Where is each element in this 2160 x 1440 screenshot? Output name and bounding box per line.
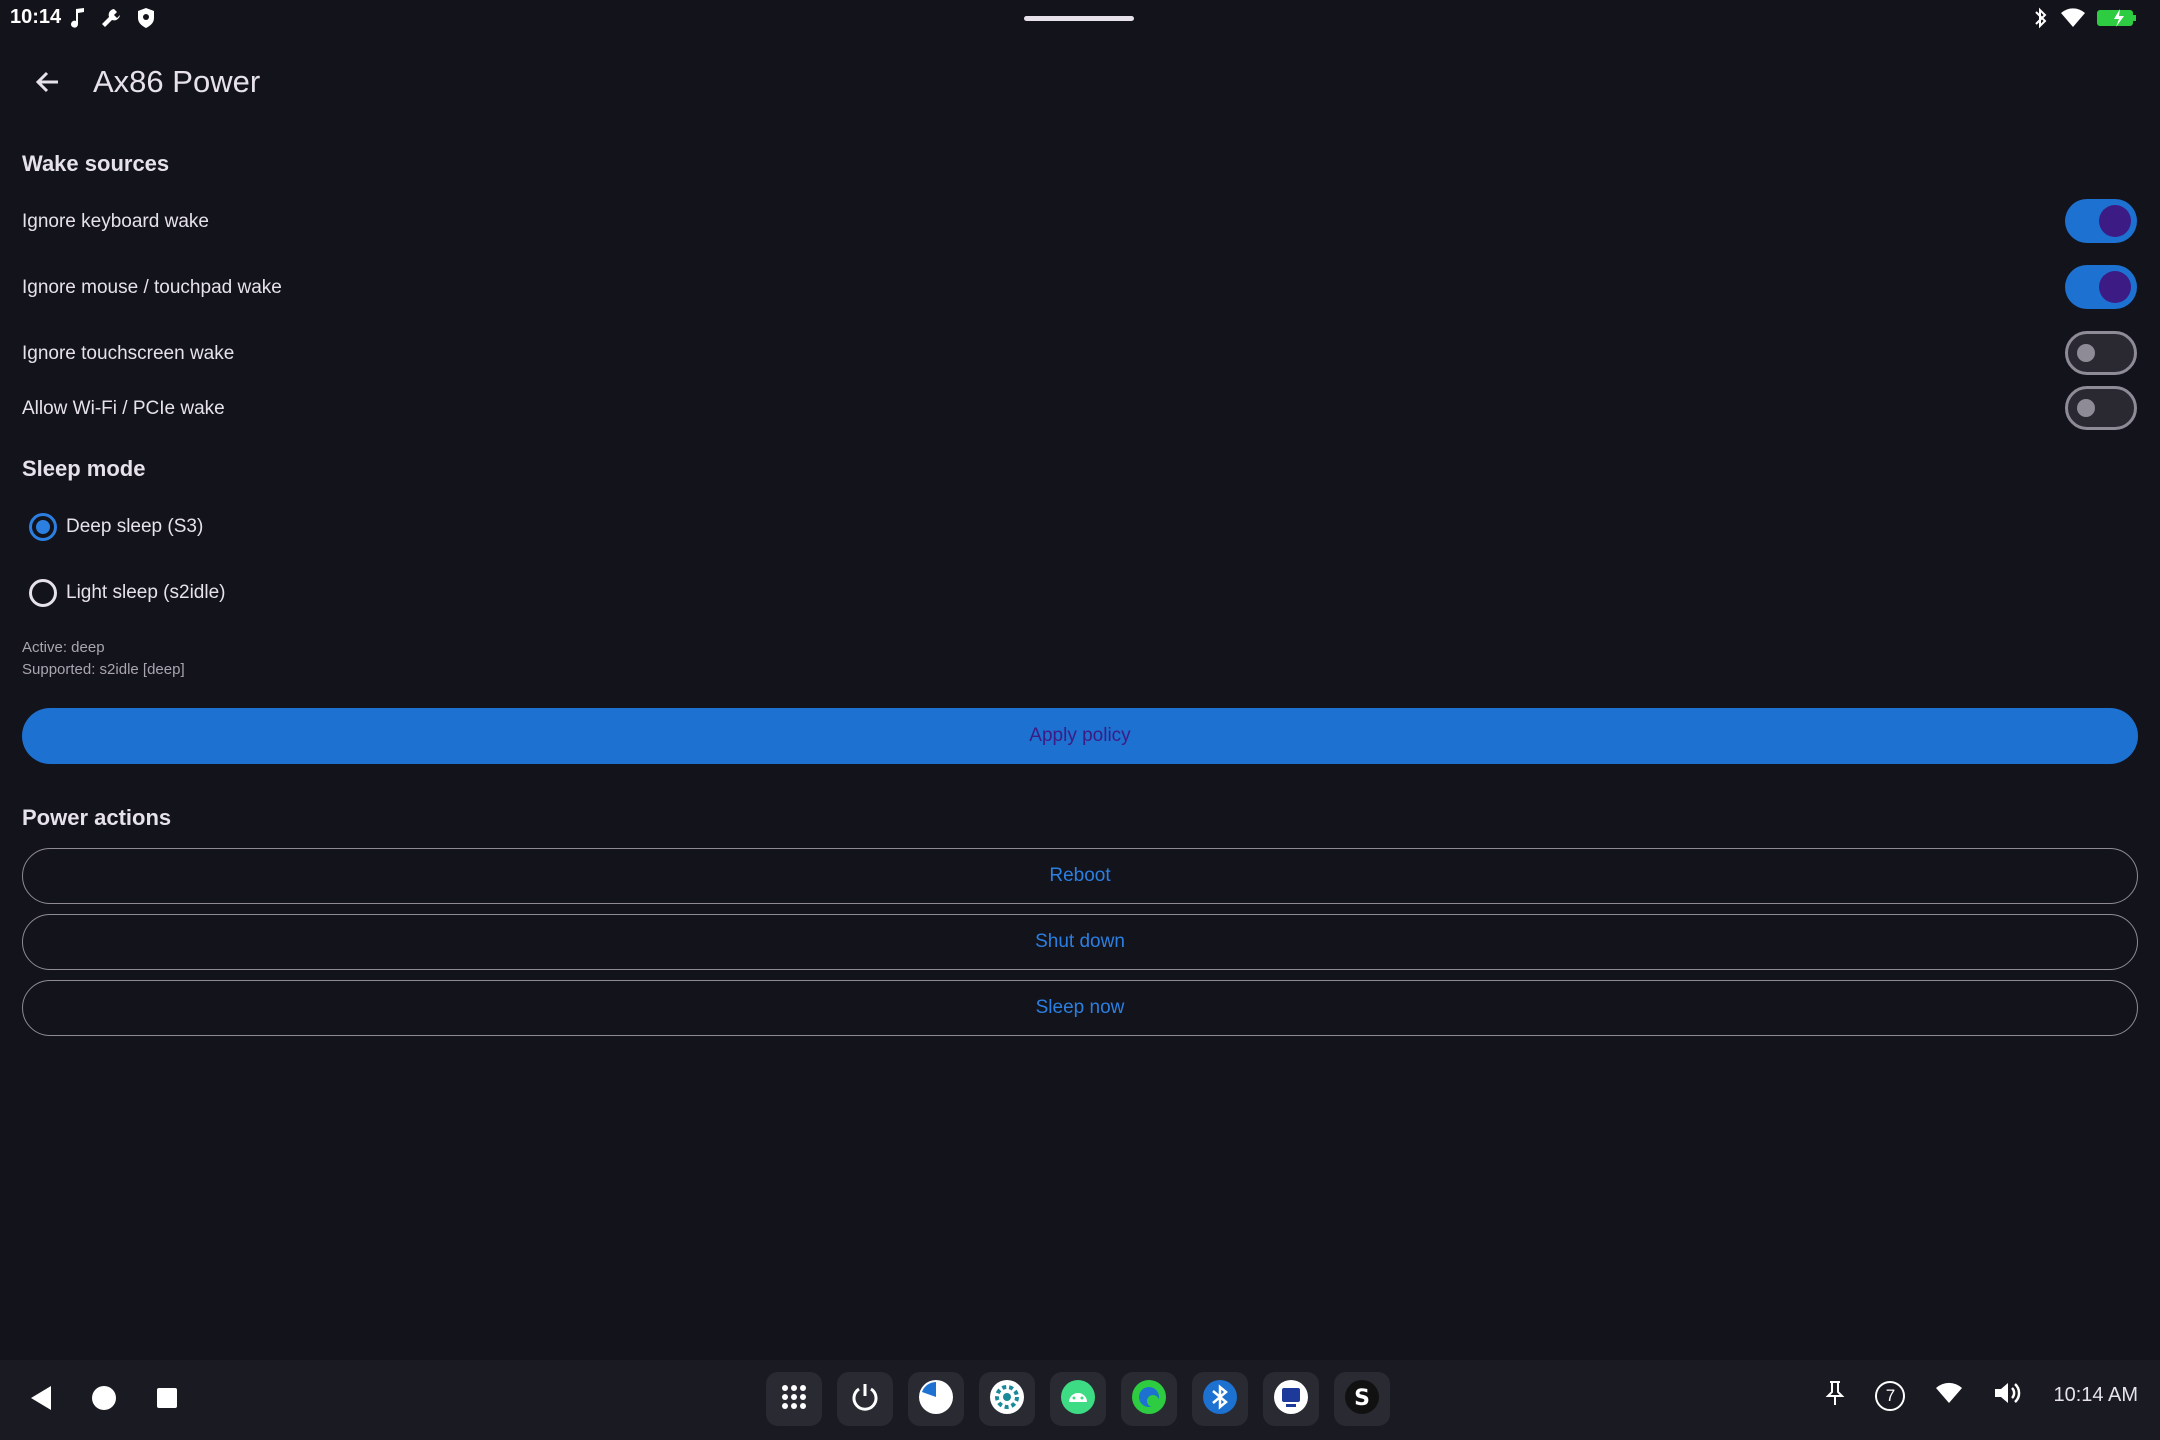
apps-grid-icon (780, 1383, 808, 1416)
ignore-mouse-wake-switch[interactable] (2065, 265, 2137, 309)
back-button[interactable] (24, 60, 72, 108)
apply-policy-button[interactable]: Apply policy (22, 708, 2138, 764)
deep-sleep-label[interactable]: Deep sleep (S3) (66, 516, 203, 538)
page-title: Ax86 Power (93, 64, 261, 99)
power-icon (849, 1381, 881, 1418)
supported-sleep-text: Supported: s2idle [deep] (22, 661, 185, 678)
wake-sources-heading: Wake sources (22, 151, 170, 176)
browser-app-button[interactable] (1121, 1372, 1177, 1426)
deep-sleep-radio[interactable] (29, 513, 57, 541)
nav-back-button[interactable] (22, 1380, 62, 1420)
power-actions-heading: Power actions (22, 805, 172, 830)
ignore-touchscreen-wake-label: Ignore touchscreen wake (22, 343, 235, 364)
display-app-button[interactable] (1263, 1372, 1319, 1426)
switch-thumb (2077, 344, 2095, 362)
power-app-button[interactable] (837, 1372, 893, 1426)
shutdown-button[interactable]: Shut down (22, 914, 2138, 970)
system-tray: 7 10:14 AM (1825, 1380, 2138, 1411)
pie-app-button[interactable] (908, 1372, 964, 1426)
notification-count-icon[interactable]: 7 (1875, 1380, 1906, 1411)
app-bar: Ax86 Power (0, 50, 2160, 116)
gesture-handle[interactable] (1024, 16, 1134, 21)
allow-wifi-wake-switch[interactable] (2065, 386, 2137, 430)
switch-thumb (2077, 399, 2095, 417)
nav-recents-button[interactable] (147, 1380, 187, 1420)
android-app-button[interactable] (1050, 1372, 1106, 1426)
battery-charging-icon (2096, 7, 2140, 34)
notification-count: 7 (1885, 1385, 1896, 1405)
pin-icon[interactable] (1825, 1380, 1845, 1411)
ignore-touchscreen-wake-switch[interactable] (2065, 331, 2137, 375)
s-app-icon: S (1344, 1379, 1380, 1420)
allow-wifi-wake-label: Allow Wi-Fi / PCIe wake (22, 398, 225, 419)
active-sleep-text: Active: deep (22, 639, 105, 656)
switch-thumb (2099, 271, 2131, 303)
android-app-icon (1060, 1379, 1096, 1420)
shield-icon (136, 7, 156, 34)
triangle-back-icon (29, 1384, 55, 1417)
sleep-mode-heading: Sleep mode (22, 456, 146, 481)
bluetooth-icon (2032, 6, 2050, 35)
svg-text:S: S (1354, 1386, 1370, 1411)
apps-grid-button[interactable] (766, 1372, 822, 1426)
light-sleep-label[interactable]: Light sleep (s2idle) (66, 582, 225, 604)
settings-app-button[interactable] (979, 1372, 1035, 1426)
taskbar: S 7 10:14 AM (0, 1360, 2160, 1440)
switch-thumb (2099, 205, 2131, 237)
bluetooth-app-button[interactable] (1192, 1372, 1248, 1426)
pie-app-icon (918, 1379, 954, 1420)
display-app-icon (1273, 1379, 1309, 1420)
arrow-back-icon (34, 68, 62, 101)
music-note-icon (70, 7, 86, 34)
sleep-now-button[interactable]: Sleep now (22, 980, 2138, 1036)
ignore-keyboard-wake-label: Ignore keyboard wake (22, 211, 209, 232)
wifi-tray-icon[interactable] (1935, 1381, 1963, 1410)
nav-home-button[interactable] (84, 1380, 124, 1420)
reboot-button[interactable]: Reboot (22, 848, 2138, 904)
app-dock: S (766, 1372, 1390, 1426)
status-bar: 10:14 (0, 0, 2160, 38)
volume-icon[interactable] (1993, 1380, 2023, 1411)
bluetooth-app-icon (1202, 1379, 1238, 1420)
tray-clock[interactable]: 10:14 AM (2053, 1384, 2138, 1407)
square-recents-icon (155, 1386, 179, 1415)
circle-home-icon (91, 1385, 117, 1416)
light-sleep-radio[interactable] (29, 579, 57, 607)
wrench-icon (100, 7, 122, 34)
wifi-icon (2060, 7, 2086, 34)
settings-gear-app-icon (989, 1379, 1025, 1420)
ignore-keyboard-wake-switch[interactable] (2065, 199, 2137, 243)
s-app-button[interactable]: S (1334, 1372, 1390, 1426)
ignore-mouse-wake-label: Ignore mouse / touchpad wake (22, 277, 282, 298)
status-time: 10:14 (10, 6, 62, 28)
browser-app-icon (1131, 1379, 1167, 1420)
